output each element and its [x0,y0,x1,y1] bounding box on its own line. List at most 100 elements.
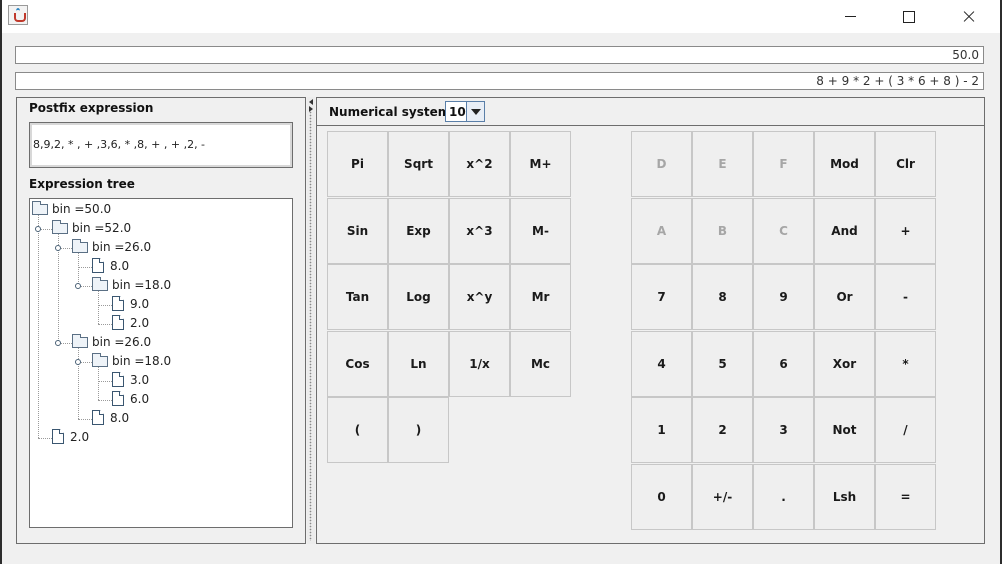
split-pane-divider[interactable] [307,97,315,544]
tree-connector [98,400,112,401]
expand-toggle-icon[interactable] [55,340,61,346]
file-icon [112,391,124,406]
e-button[interactable]: E [692,131,753,197]
tree-node-label: bin =52.0 [72,221,132,235]
tan-button[interactable]: Tan [327,264,388,330]
reciprocal-button[interactable]: 1/x [449,330,510,397]
1-button[interactable]: 1 [631,397,692,463]
minus-button[interactable]: - [875,264,936,330]
chevron-down-icon[interactable] [466,102,484,121]
c-button[interactable]: C [753,197,814,264]
clr-button[interactable]: Clr [875,131,936,197]
tree-connector [78,419,92,420]
numerical-system-select[interactable]: 10 [445,101,485,122]
mr-button[interactable]: Mr [510,264,571,330]
equals-button[interactable]: = [875,463,936,530]
not-button[interactable]: Not [814,397,875,463]
tree-node-label: 6.0 [130,392,150,406]
postfix-field[interactable]: 8,9,2, * , + ,3,6, * ,8, + , + ,2, - [29,122,293,168]
result-display[interactable]: 50.0 [15,46,984,64]
6-button[interactable]: 6 [753,330,814,397]
tree-connector [98,305,112,306]
tree-connector [98,324,112,325]
expand-toggle-icon[interactable] [75,359,81,365]
pi-button[interactable]: Pi [327,131,388,197]
tree-connector [98,291,99,324]
mod-button[interactable]: Mod [814,131,875,197]
multiply-button[interactable]: * [875,330,936,397]
close-paren-button[interactable]: ) [388,397,449,463]
mem-add-button[interactable]: M+ [510,131,571,197]
xor-button[interactable]: Xor [814,330,875,397]
tree-node-label: bin =26.0 [92,240,152,254]
tree-node-label: 8.0 [110,411,130,425]
tree-node-label: 9.0 [130,297,150,311]
3-button[interactable]: 3 [753,397,814,463]
plus-button[interactable]: + [875,197,936,264]
0-button[interactable]: 0 [631,463,692,530]
file-icon [92,410,104,425]
tree-node-label: bin =26.0 [92,335,152,349]
title-bar[interactable] [2,0,1000,33]
sin-button[interactable]: Sin [327,197,388,264]
log-button[interactable]: Log [388,264,449,330]
9-button[interactable]: 9 [753,264,814,330]
expression-tree[interactable]: bin =50.0 bin =52.0 bin =26.0 8.0 bin =18.0 9… [29,198,293,528]
ln-button[interactable]: Ln [388,330,449,397]
folder-icon [52,220,68,234]
or-button[interactable]: Or [814,264,875,330]
window-border-left [0,0,2,564]
file-icon [112,372,124,387]
cube-button[interactable]: x^3 [449,197,510,264]
tree-connector [98,381,112,382]
cos-button[interactable]: Cos [327,330,388,397]
b-button[interactable]: B [692,197,753,264]
exp-button[interactable]: Exp [388,197,449,264]
maximize-icon[interactable] [879,0,937,33]
minimize-icon[interactable] [821,0,879,33]
f-button[interactable]: F [753,131,814,197]
java-app-icon[interactable] [8,5,28,25]
expand-toggle-icon[interactable] [55,245,61,251]
divide-button[interactable]: / [875,397,936,463]
file-icon [112,296,124,311]
close-icon[interactable] [939,0,997,33]
tree-connector [98,367,99,400]
a-button[interactable]: A [631,197,692,264]
tree-node-label: 2.0 [70,430,90,444]
mc-button[interactable]: Mc [510,330,571,397]
open-paren-button[interactable]: ( [327,397,388,463]
sqrt-button[interactable]: Sqrt [388,131,449,197]
expression-display[interactable]: 8 + 9 * 2 + ( 3 * 6 + 8 ) - 2 [15,72,984,90]
8-button[interactable]: 8 [692,264,753,330]
postfix-title: Postfix expression [29,101,154,115]
5-button[interactable]: 5 [692,330,753,397]
d-button[interactable]: D [631,131,692,197]
power-button[interactable]: x^y [449,264,510,330]
tree-connector [78,253,79,286]
decimal-button[interactable]: . [753,463,814,530]
tree-node-label: 2.0 [130,316,150,330]
left-panel: Postfix expression 8,9,2, * , + ,3,6, * … [16,97,306,544]
negate-button[interactable]: +/- [692,463,753,530]
lsh-button[interactable]: Lsh [814,463,875,530]
collapse-left-icon[interactable] [309,99,313,105]
folder-icon [92,353,108,367]
file-icon [52,429,64,444]
7-button[interactable]: 7 [631,264,692,330]
square-button[interactable]: x^2 [449,131,510,197]
tree-node-label: 3.0 [130,373,150,387]
tree-connector [38,215,39,438]
folder-icon [32,201,48,215]
4-button[interactable]: 4 [631,330,692,397]
expand-toggle-icon[interactable] [35,226,41,232]
and-button[interactable]: And [814,197,875,264]
postfix-value: 8,9,2, * , + ,3,6, * ,8, + , + ,2, - [33,138,206,151]
2-button[interactable]: 2 [692,397,753,463]
folder-icon [92,277,108,291]
expand-toggle-icon[interactable] [75,283,81,289]
mem-subtract-button[interactable]: M- [510,197,571,264]
tree-node-label: 8.0 [110,259,130,273]
file-icon [92,258,104,273]
splitter-grip[interactable] [309,111,312,541]
